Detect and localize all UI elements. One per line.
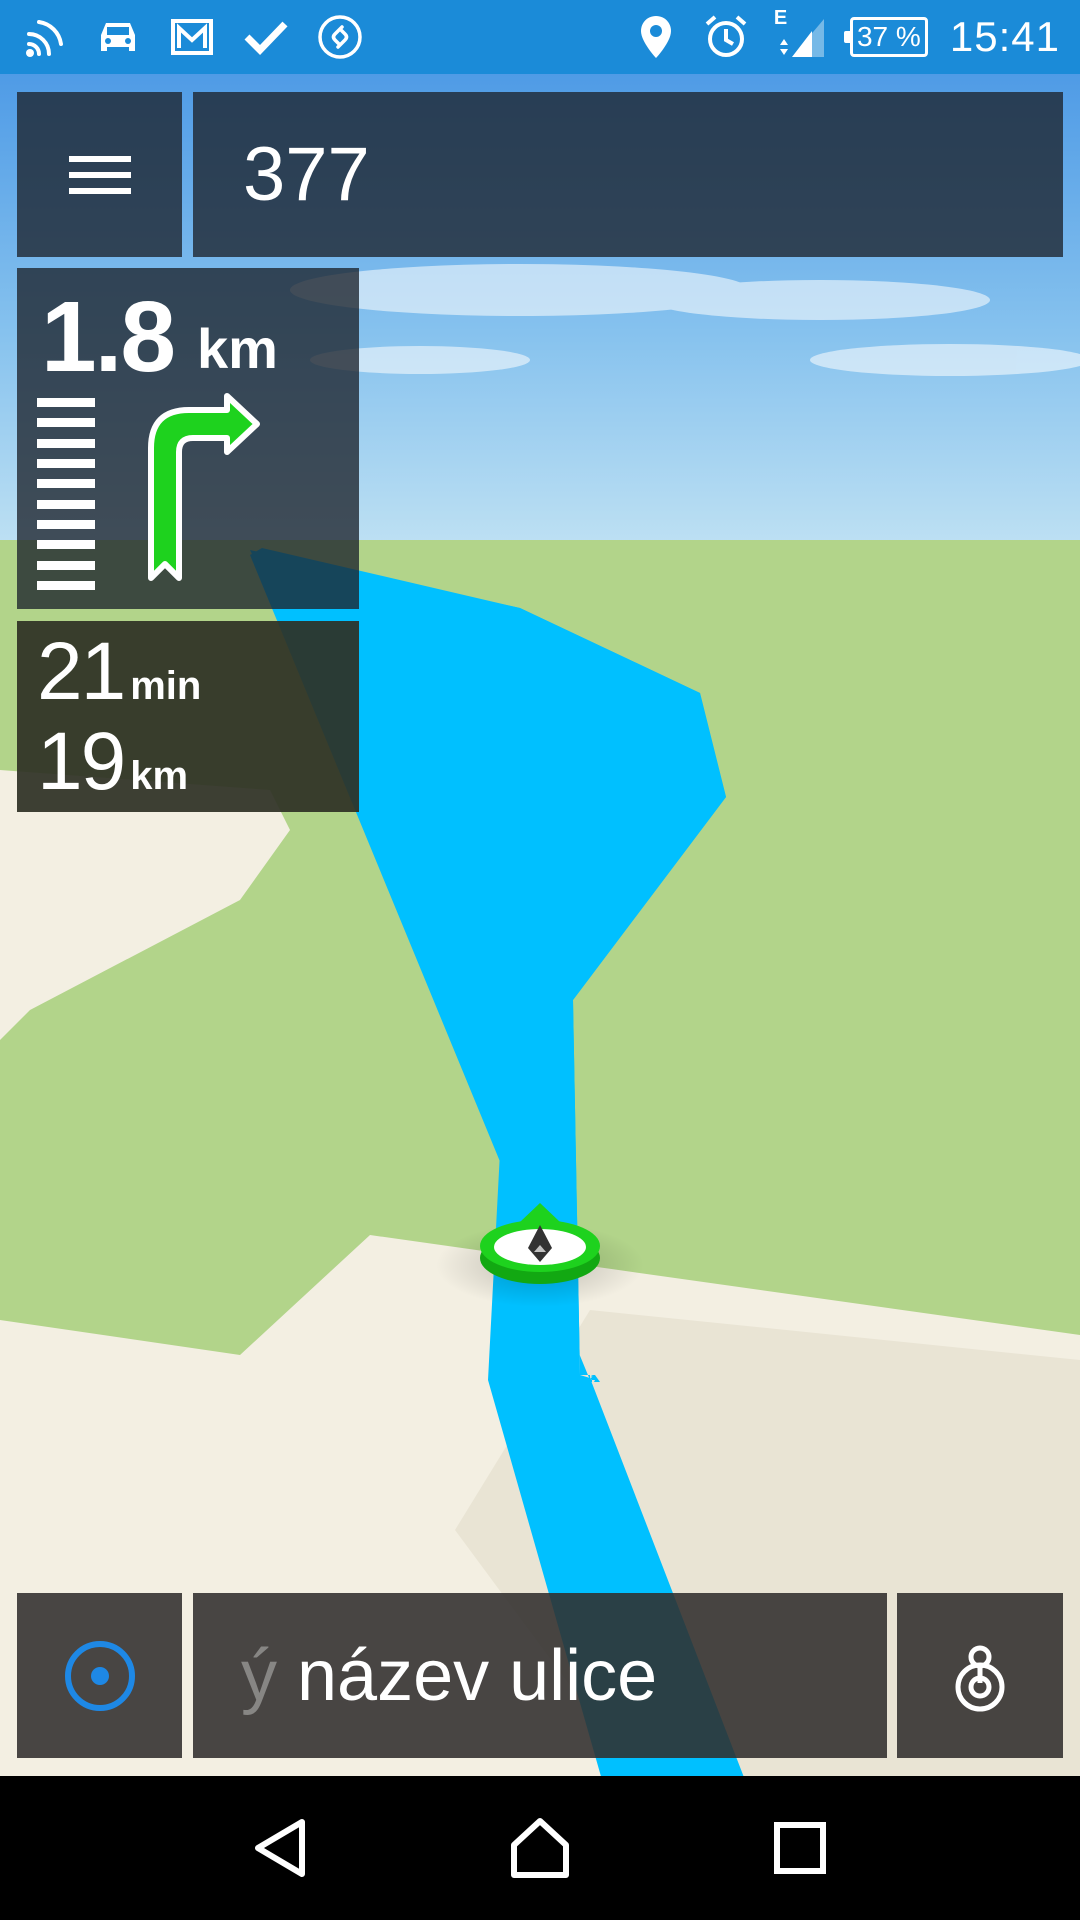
location-pin-icon <box>632 13 680 61</box>
network-type-label: E <box>773 7 788 29</box>
route-options-button[interactable] <box>897 1593 1063 1758</box>
back-icon <box>255 1819 305 1877</box>
check-icon <box>242 13 290 61</box>
gmail-icon <box>168 13 216 61</box>
signal-icon: E <box>772 7 828 61</box>
remaining-time-unit: min <box>130 664 202 708</box>
hamburger-menu-icon <box>68 155 131 194</box>
road-number: 377 <box>243 132 370 217</box>
my-location-icon <box>64 1640 135 1711</box>
system-status-icons: E 37 % 15:41 <box>632 0 1060 74</box>
current-street-panel: ý název ulice <box>193 1593 887 1758</box>
turn-right-arrow-icon <box>148 393 260 581</box>
maneuver-distance-unit: km <box>197 317 278 380</box>
recents-icon <box>774 1822 826 1874</box>
clock: 15:41 <box>949 13 1060 60</box>
menu-button[interactable] <box>17 92 182 257</box>
system-navigation-bar <box>0 1776 1080 1920</box>
next-maneuver-panel[interactable]: 1.8 km <box>17 268 359 609</box>
recents-button[interactable] <box>752 1800 848 1896</box>
street-name-faded: ý <box>241 1635 277 1716</box>
street-name-text: název ulice <box>277 1635 658 1716</box>
cast-icon <box>20 13 68 61</box>
trip-summary-panel[interactable]: 21 min 19 km <box>17 621 359 812</box>
distance-progress-bars <box>37 398 95 590</box>
remaining-time: 21 min <box>37 625 201 719</box>
shazam-icon <box>316 13 364 61</box>
my-location-button[interactable] <box>17 1593 182 1758</box>
current-street-name: ý název ulice <box>241 1635 657 1717</box>
battery-percent: 37 % <box>856 21 921 52</box>
remaining-time-value: 21 <box>37 626 126 717</box>
alarm-icon <box>702 13 750 61</box>
route-options-icon <box>955 1645 1005 1711</box>
road-number-panel: 377 <box>193 92 1063 257</box>
remaining-distance-value: 19 <box>37 716 126 807</box>
battery-indicator: 37 % <box>843 17 928 57</box>
car-icon <box>94 13 142 61</box>
remaining-distance-unit: km <box>130 754 189 798</box>
home-button[interactable] <box>492 1800 588 1896</box>
maneuver-distance-value: 1.8 <box>41 281 176 393</box>
home-icon <box>511 1818 569 1878</box>
back-button[interactable] <box>232 1800 328 1896</box>
status-bar: E 37 % 15:41 <box>0 0 1080 74</box>
notification-icons <box>20 0 364 74</box>
remaining-distance: 19 km <box>37 715 188 809</box>
